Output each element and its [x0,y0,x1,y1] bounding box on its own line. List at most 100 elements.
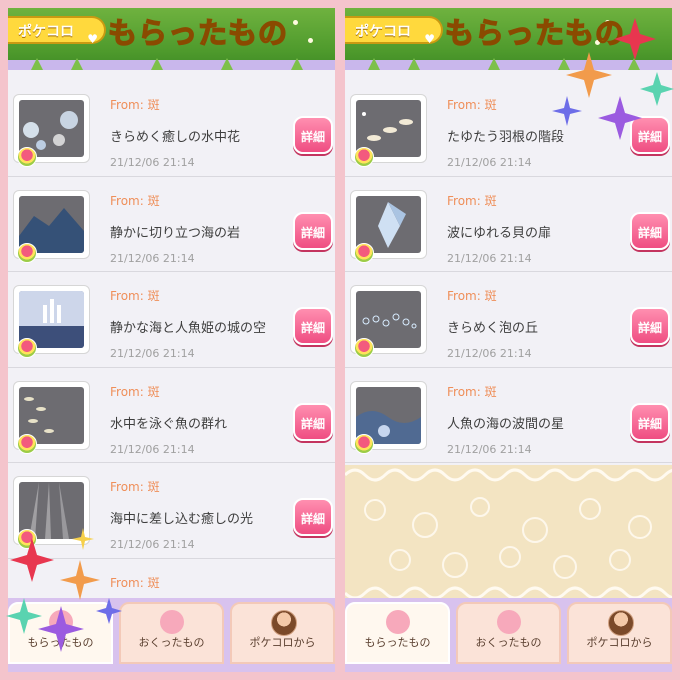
sparkle-icon [614,18,656,60]
detail-button[interactable]: 詳細 [293,116,333,154]
sender: From: 斑 [447,193,497,208]
pink-heart-icon [496,610,521,634]
item-badge-icon [17,147,37,167]
pokekoro-menu-button[interactable]: ポケコロ ♥ [8,16,106,46]
tab-from-pokekoro[interactable]: ポケコロから [230,602,335,664]
tab-label: おくったもの [138,636,205,649]
tab-label: ポケコロから [586,636,653,649]
item-badge-icon [17,338,37,358]
list-item[interactable]: From: 斑 水中を泳ぐ魚の群れ 21/12/06 21:14 詳細 [8,367,335,463]
sparkle-icon [38,606,84,652]
lace-pattern [345,468,672,600]
item-name: 水中を泳ぐ魚の群れ [110,416,228,432]
list-item[interactable]: From: 斑 静かに切り立つ海の岩 21/12/06 21:14 詳細 [8,176,335,272]
list-item[interactable]: From: 斑 波にゆれる貝の扉 21/12/06 21:14 詳細 [345,176,672,272]
received-date: 21/12/06 21:14 [110,347,195,360]
received-date: 21/12/06 21:14 [447,347,532,360]
sender: From: 斑 [447,98,497,112]
leaf-decoration [365,58,383,70]
sender: From: 斑 [447,289,497,303]
item-badge-icon [354,433,374,454]
list-item[interactable]: From: 斑 人魚の海の波間の星 21/12/06 21:14 詳細 [345,367,672,463]
detail-button[interactable]: 詳細 [293,307,333,345]
pink-heart-icon [385,610,410,634]
tab-label: ポケコロから [249,636,316,649]
lace-decoration [345,465,672,605]
item-name: きらめく癒しの水中花 [110,130,241,145]
avatar-icon [270,610,297,636]
heart-icon: ♥ [87,32,98,46]
sender: From: 斑 [447,384,497,399]
list-item[interactable]: From: 斑 静かな海と人魚姫の城の空 21/12/06 21:14 詳細 [8,272,335,368]
sparkle-icon [566,52,612,98]
sparkle-icon [552,96,582,126]
list-item[interactable]: From: 斑 きらめく癒しの水中花 21/12/06 21:14 詳細 [8,81,335,177]
received-date: 21/12/06 21:14 [447,251,532,265]
leaf-decoration [68,58,86,70]
heart-icon: ♥ [424,32,435,46]
tab-from-pokekoro[interactable]: ポケコロから [567,602,672,664]
item-thumbnail [13,94,90,167]
flower-decoration [293,20,298,25]
item-name: 波にゆれる貝の扉 [447,225,552,241]
item-badge-icon [354,147,374,167]
item-thumbnail [350,285,427,358]
detail-button[interactable]: 詳細 [630,307,670,345]
leaf-decoration [218,58,236,70]
received-list: From: 斑 きらめく癒しの水中花 21/12/06 21:14 詳細 Fro… [8,81,335,654]
detail-button[interactable]: 詳細 [293,211,333,250]
received-date: 21/12/06 21:14 [110,251,195,265]
tab-sent[interactable]: おくったもの [119,602,224,664]
sender: From: 斑 [110,193,160,208]
leaf-decoration [28,58,46,70]
detail-button[interactable]: 詳細 [630,402,670,441]
received-date: 21/12/06 21:14 [110,156,195,169]
sparkle-icon [10,538,54,582]
item-name: 静かに切り立つ海の岩 [110,225,241,241]
item-name: きらめく泡の丘 [447,321,539,336]
detail-button[interactable]: 詳細 [630,211,670,250]
left-panel: ポケコロ ♥ もらったもの From: 斑 きらめく癒しの水中花 21/12/0… [8,8,335,672]
received-date: 21/12/06 21:14 [447,156,532,169]
header-underlay [8,60,335,70]
item-thumbnail [350,94,427,167]
tab-received[interactable]: もらったもの [345,602,450,664]
item-thumbnail [350,189,427,263]
page-title: もらったもの [107,15,289,51]
pink-heart-icon [159,610,184,634]
sender: From: 斑 [110,289,160,303]
sparkle-icon [60,560,100,600]
item-name: 人魚の海の波間の星 [447,416,565,432]
sender: From: 斑 [110,384,160,399]
sparkle-icon [6,598,42,634]
item-thumbnail [13,189,90,263]
tab-label: おくったもの [475,636,542,649]
leaf-decoration [485,58,503,70]
received-date: 21/12/06 21:14 [110,442,195,456]
item-name: 静かな海と人魚姫の城の空 [110,321,267,336]
header: ポケコロ ♥ もらったもの [8,8,335,70]
avatar-icon [607,610,634,636]
item-badge-icon [354,242,374,263]
item-name: たゆたう羽根の階段 [447,130,565,145]
leaf-decoration [405,58,423,70]
detail-button[interactable]: 詳細 [293,402,333,441]
bottom-tab-bar: もらったもの おくったもの ポケコロから [345,598,672,672]
list-item[interactable]: From: 斑 きらめく泡の丘 21/12/06 21:14 詳細 [345,272,672,368]
item-thumbnail [350,380,427,454]
detail-button[interactable]: 詳細 [293,498,333,536]
page-title: もらったもの [444,15,626,51]
flower-decoration [308,38,313,43]
item-badge-icon [17,242,37,263]
sparkle-icon [72,528,94,550]
leaf-decoration [288,58,306,70]
sender: From: 斑 [110,575,160,590]
tab-sent[interactable]: おくったもの [456,602,561,664]
item-badge-icon [17,433,37,454]
pokekoro-label: ポケコロ [355,24,411,40]
item-badge-icon [354,338,374,358]
tab-label: もらったもの [364,636,431,649]
sender: From: 斑 [110,98,160,112]
list-item[interactable]: From: 斑 海中に差し込む癒しの光 21/12/06 21:14 詳細 [8,463,335,559]
pokekoro-menu-button[interactable]: ポケコロ ♥ [345,16,443,46]
